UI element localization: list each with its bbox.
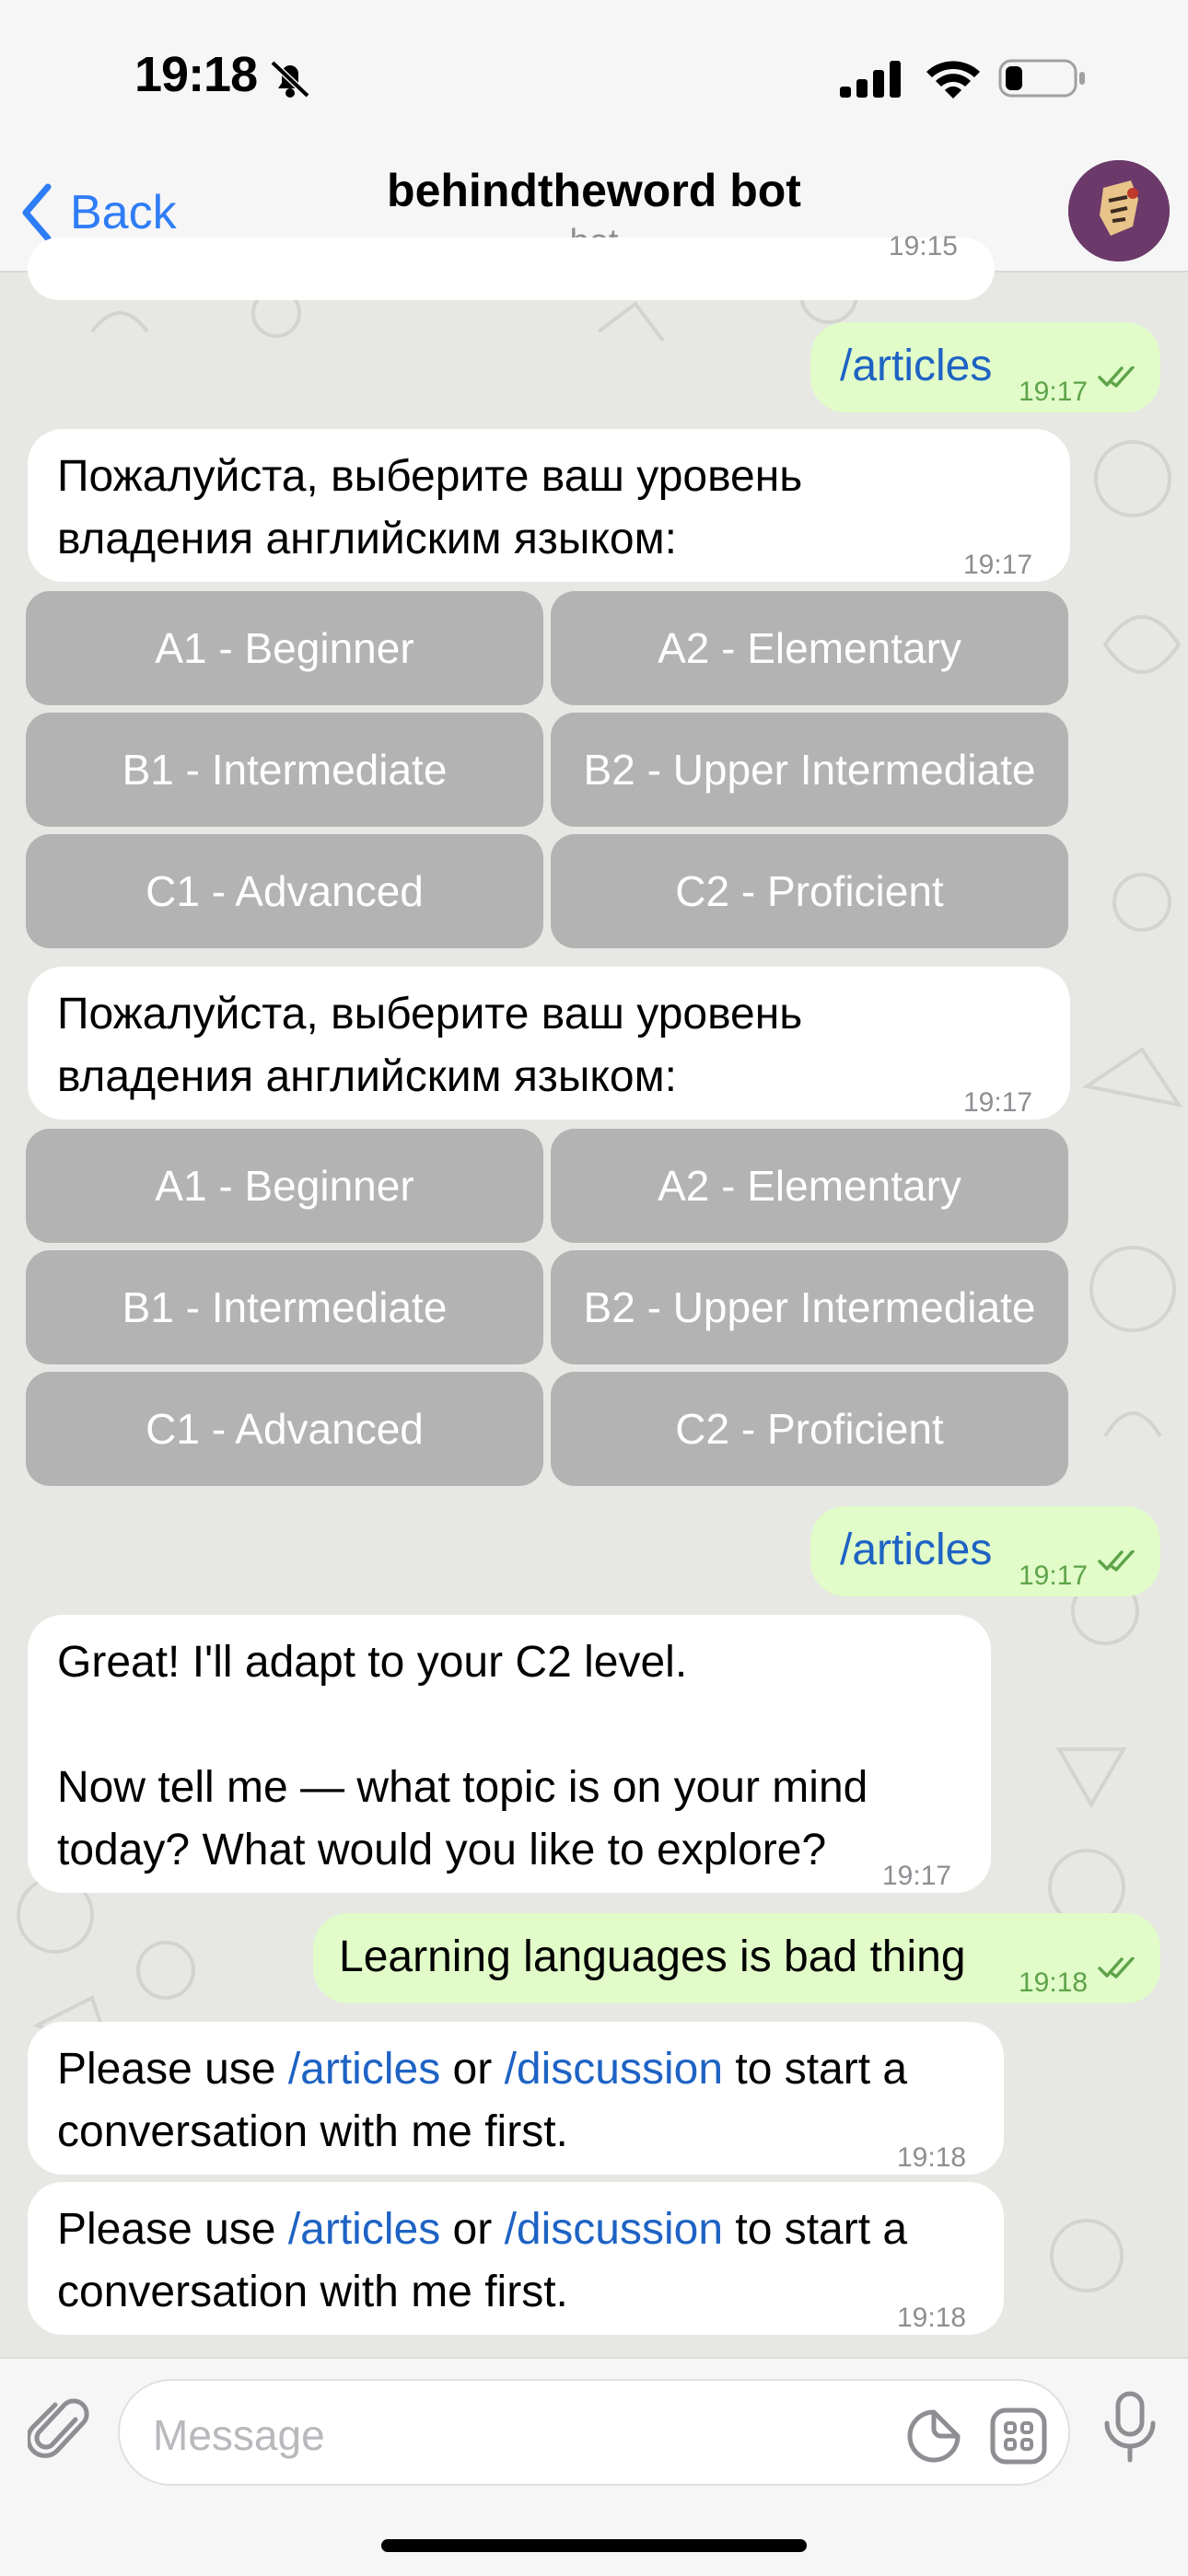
cellular-signal-icon xyxy=(840,61,901,98)
message-time: 19:15 xyxy=(888,231,958,261)
level-button-a2[interactable]: A2 - Elementary xyxy=(551,1129,1068,1243)
message-time: 19:18 xyxy=(1019,1967,1089,1998)
double-check-icon xyxy=(1098,1550,1135,1572)
paperclip-icon[interactable] xyxy=(28,2392,92,2466)
message-text-line: Now tell me — what topic is on your mind xyxy=(57,1763,868,1812)
bell-muted-icon xyxy=(270,60,310,99)
double-check-icon xyxy=(1098,366,1135,388)
message-text-line: владения английским языком: xyxy=(57,515,677,563)
status-bar: 19:18 xyxy=(0,0,1188,157)
message-text: Please use xyxy=(57,2205,288,2254)
bot-keyboard-icon[interactable] xyxy=(989,2407,1048,2466)
avatar-image xyxy=(1068,160,1170,261)
message-text: Please use xyxy=(57,2045,288,2094)
message-text-line: Please use /articles or /discussion to s… xyxy=(57,2199,974,2261)
message-text: to start a xyxy=(723,2205,908,2254)
message-time: 19:17 xyxy=(963,550,1033,580)
outgoing-message[interactable]: /articles 19:17 xyxy=(810,322,1160,412)
message-text-line: владения английским языком: xyxy=(57,1052,677,1101)
level-button-a1[interactable]: A1 - Beginner xyxy=(26,591,543,705)
chat-title[interactable]: behindtheword bot xyxy=(0,164,1188,217)
message-text: or xyxy=(440,2205,505,2254)
microphone-icon[interactable] xyxy=(1098,2390,1162,2464)
command-link-articles[interactable]: /articles xyxy=(288,2205,440,2254)
level-button-c1[interactable]: C1 - Advanced xyxy=(26,1372,543,1486)
level-button-a1[interactable]: A1 - Beginner xyxy=(26,1129,543,1243)
incoming-message[interactable]: Please use /articles or /discussion to s… xyxy=(28,2182,1004,2335)
status-time: 19:18 xyxy=(134,47,258,102)
command-link-articles[interactable]: /articles xyxy=(288,2045,440,2094)
incoming-message[interactable]: Пожалуйста, выберите ваш уровень владени… xyxy=(28,967,1070,1120)
level-button-b2[interactable]: B2 - Upper Intermediate xyxy=(551,713,1068,827)
incoming-message[interactable]: Пожалуйста, выберите ваш уровень владени… xyxy=(28,429,1070,582)
command-link-discussion[interactable]: /discussion xyxy=(505,2205,723,2254)
command-link-discussion[interactable]: /discussion xyxy=(505,2045,723,2094)
message-time: 19:18 xyxy=(897,2303,967,2333)
level-button-b2[interactable]: B2 - Upper Intermediate xyxy=(551,1250,1068,1364)
outgoing-message[interactable]: Learning languages is bad thing 19:18 xyxy=(313,1913,1160,2003)
message-text: or xyxy=(440,2045,505,2094)
incoming-message[interactable]: Great! I'll adapt to your C2 level. Now … xyxy=(28,1615,991,1893)
message-text-line: conversation with me first. xyxy=(57,2107,568,2156)
level-button-c1[interactable]: C1 - Advanced xyxy=(26,834,543,948)
wifi-icon xyxy=(926,61,980,99)
message-time: 19:17 xyxy=(882,1861,952,1891)
message-time: 19:17 xyxy=(963,1087,1033,1118)
message-text-line: Пожалуйста, выберите ваш уровень xyxy=(57,452,803,501)
message-time: 19:18 xyxy=(897,2142,967,2173)
message-text: to start a xyxy=(723,2045,908,2094)
battery-icon xyxy=(998,59,1085,98)
incoming-message[interactable]: Please use /articles or /discussion to s… xyxy=(28,2022,1004,2175)
level-button-a2[interactable]: A2 - Elementary xyxy=(551,591,1068,705)
level-button-c2[interactable]: C2 - Proficient xyxy=(551,1372,1068,1486)
message-text: Learning languages is bad thing xyxy=(339,1932,966,1981)
message-text-line: Please use /articles or /discussion to s… xyxy=(57,2038,974,2101)
message-text-line: today? What would you like to explore? xyxy=(57,1826,827,1874)
double-check-icon xyxy=(1098,1957,1135,1978)
message-text-line: Пожалуйста, выберите ваш уровень xyxy=(57,990,803,1039)
message-time: 19:17 xyxy=(1019,377,1089,407)
home-indicator[interactable] xyxy=(381,2539,807,2552)
message-text-line: conversation with me first. xyxy=(57,2268,568,2316)
command-link[interactable]: /articles xyxy=(840,1519,992,1582)
message-bubble-partial[interactable]: 19:15 xyxy=(28,231,995,300)
sticker-icon[interactable] xyxy=(906,2408,961,2464)
message-time: 19:17 xyxy=(1019,1561,1089,1591)
bot-avatar[interactable] xyxy=(1068,160,1170,261)
message-text-line: Great! I'll adapt to your C2 level. xyxy=(57,1638,688,1687)
message-placeholder: Message xyxy=(153,2411,325,2459)
command-link[interactable]: /articles xyxy=(840,335,992,398)
outgoing-message[interactable]: /articles 19:17 xyxy=(810,1506,1160,1596)
level-button-c2[interactable]: C2 - Proficient xyxy=(551,834,1068,948)
level-button-b1[interactable]: B1 - Intermediate xyxy=(26,713,543,827)
message-input[interactable]: Message xyxy=(118,2379,1070,2486)
level-button-b1[interactable]: B1 - Intermediate xyxy=(26,1250,543,1364)
